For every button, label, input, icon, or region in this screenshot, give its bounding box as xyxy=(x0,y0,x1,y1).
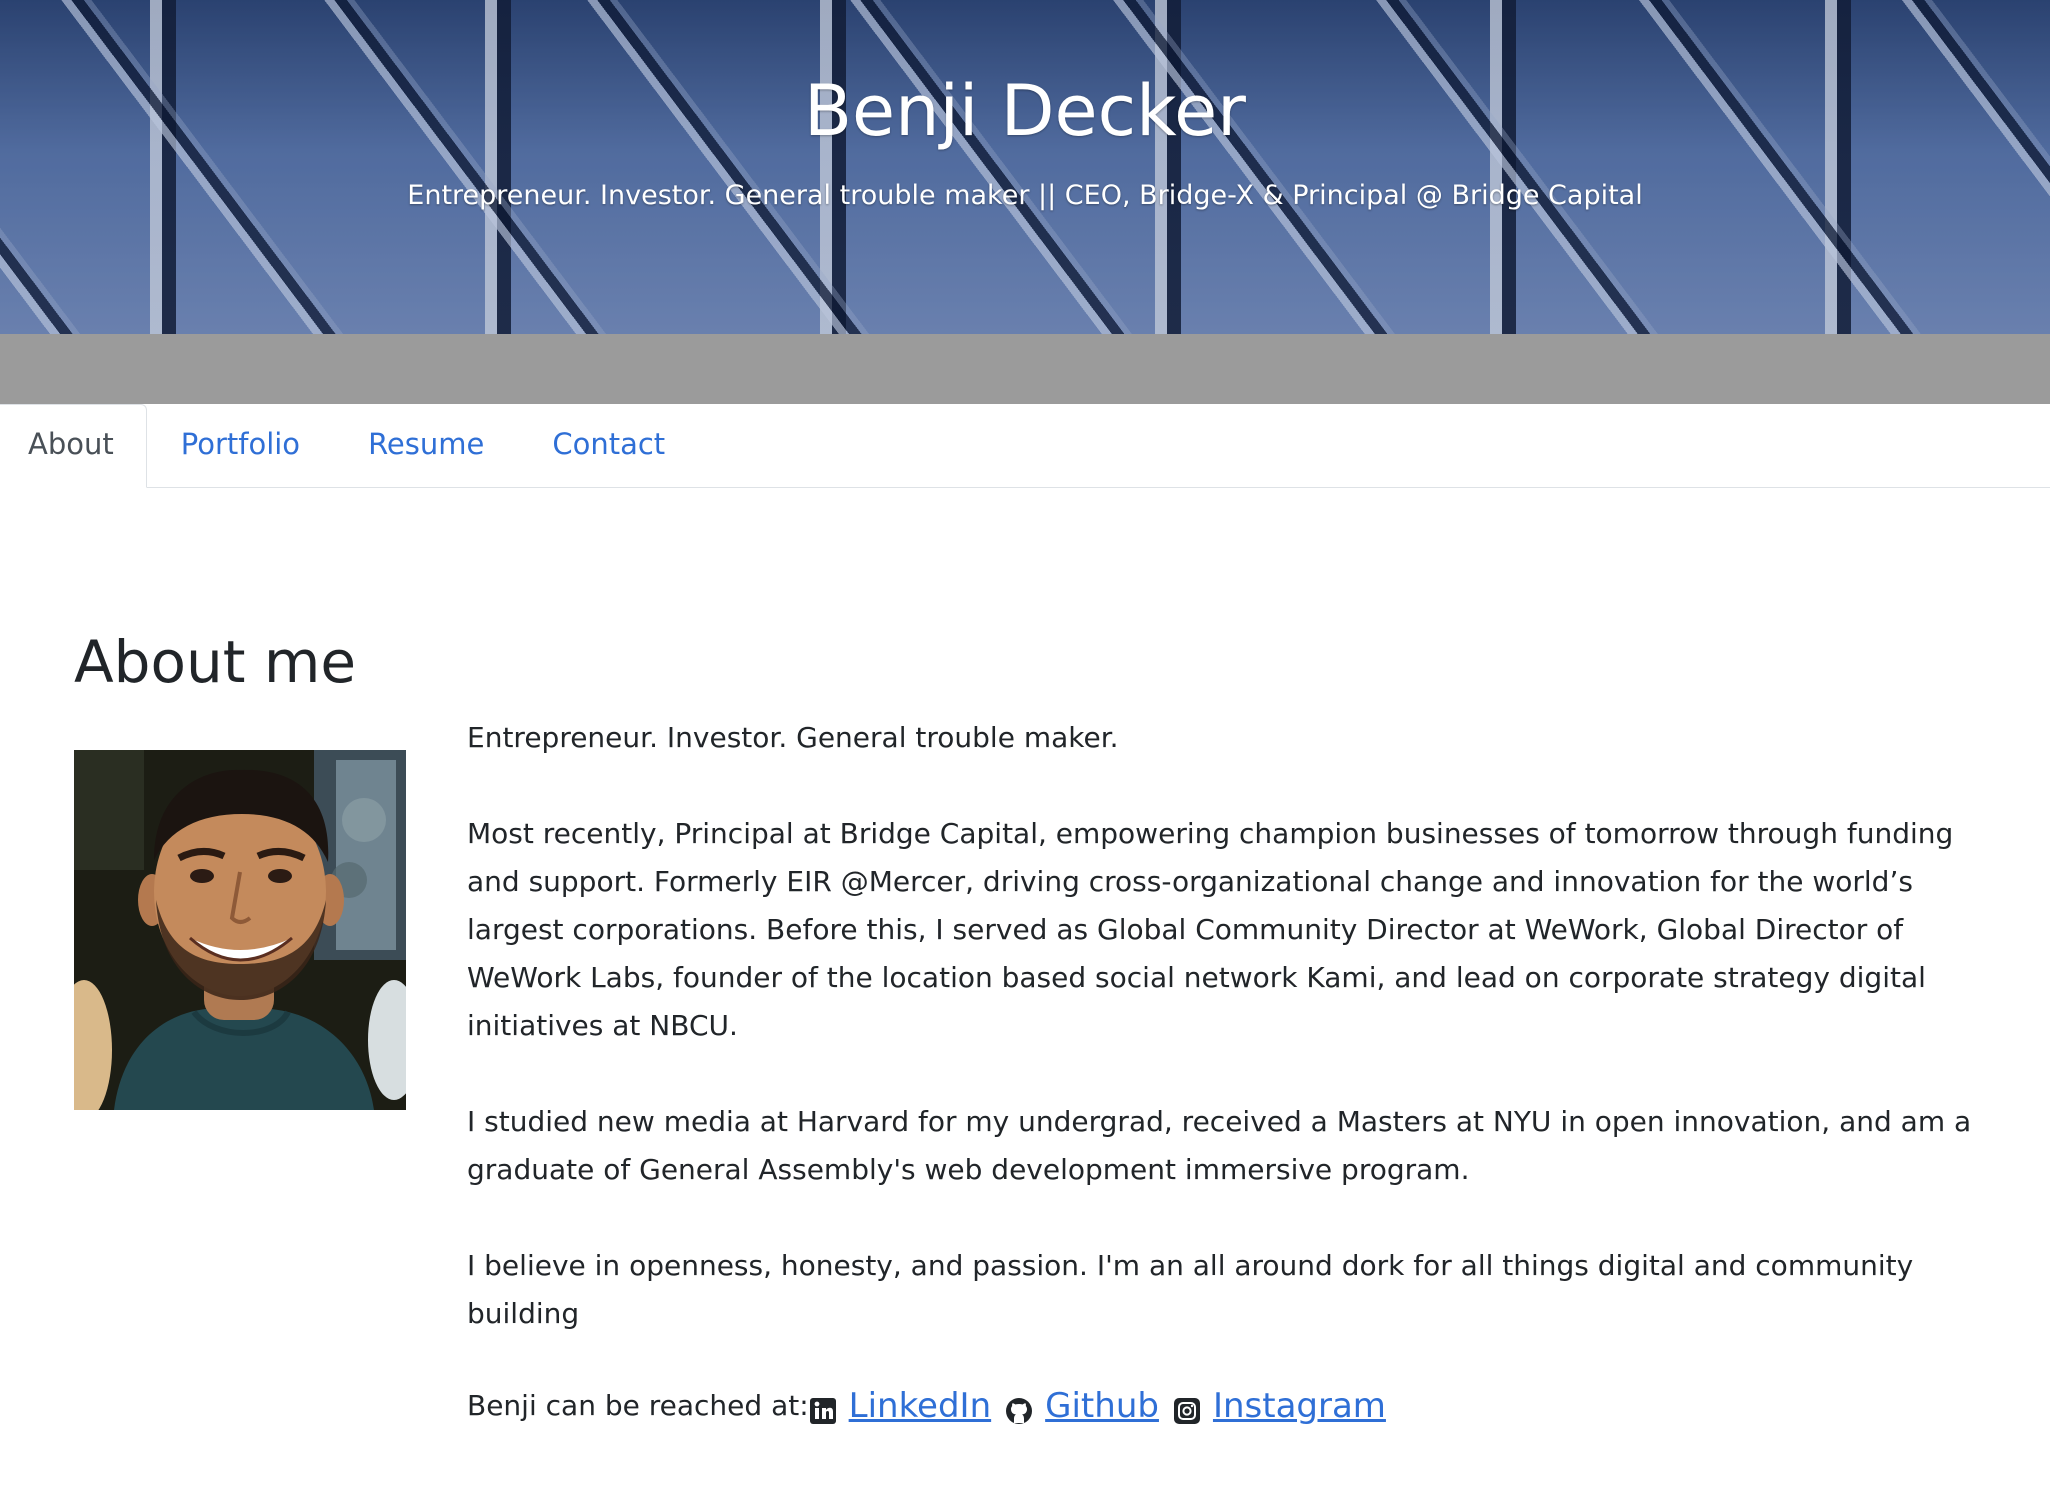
tab-portfolio[interactable]: Portfolio xyxy=(147,404,334,487)
page-title: About me xyxy=(74,628,357,696)
bio-paragraph: Entrepreneur. Investor. General trouble … xyxy=(467,721,1119,754)
github-link[interactable]: Github xyxy=(1045,1382,1159,1430)
hero-banner: Benji Decker Entrepreneur. Investor. Gen… xyxy=(0,0,2050,334)
linkedin-icon xyxy=(809,1392,837,1424)
linkedin-link[interactable]: LinkedIn xyxy=(849,1382,992,1430)
bio-text: Entrepreneur. Investor. General trouble … xyxy=(467,714,1997,1430)
bio-paragraph: Most recently, Principal at Bridge Capit… xyxy=(467,817,1954,1042)
reach-label: Benji can be reached at: xyxy=(467,1389,809,1422)
gray-divider-strip xyxy=(0,334,2050,404)
site-title: Benji Decker xyxy=(804,70,1246,152)
contact-links: Benji can be reached at: LinkedIn Github xyxy=(467,1382,1997,1430)
bio-paragraph: I studied new media at Harvard for my un… xyxy=(467,1105,1972,1186)
bio-paragraph: I believe in openness, honesty, and pass… xyxy=(467,1249,1914,1330)
tab-about[interactable]: About xyxy=(0,404,147,488)
github-icon xyxy=(1005,1392,1033,1424)
site-subtitle: Entrepreneur. Investor. General trouble … xyxy=(407,180,1643,211)
profile-photo xyxy=(74,750,406,1110)
nav-tabs: About Portfolio Resume Contact xyxy=(0,404,2050,488)
instagram-icon xyxy=(1173,1392,1201,1424)
tab-resume[interactable]: Resume xyxy=(334,404,518,487)
tab-contact[interactable]: Contact xyxy=(518,404,699,487)
instagram-link[interactable]: Instagram xyxy=(1213,1382,1386,1430)
